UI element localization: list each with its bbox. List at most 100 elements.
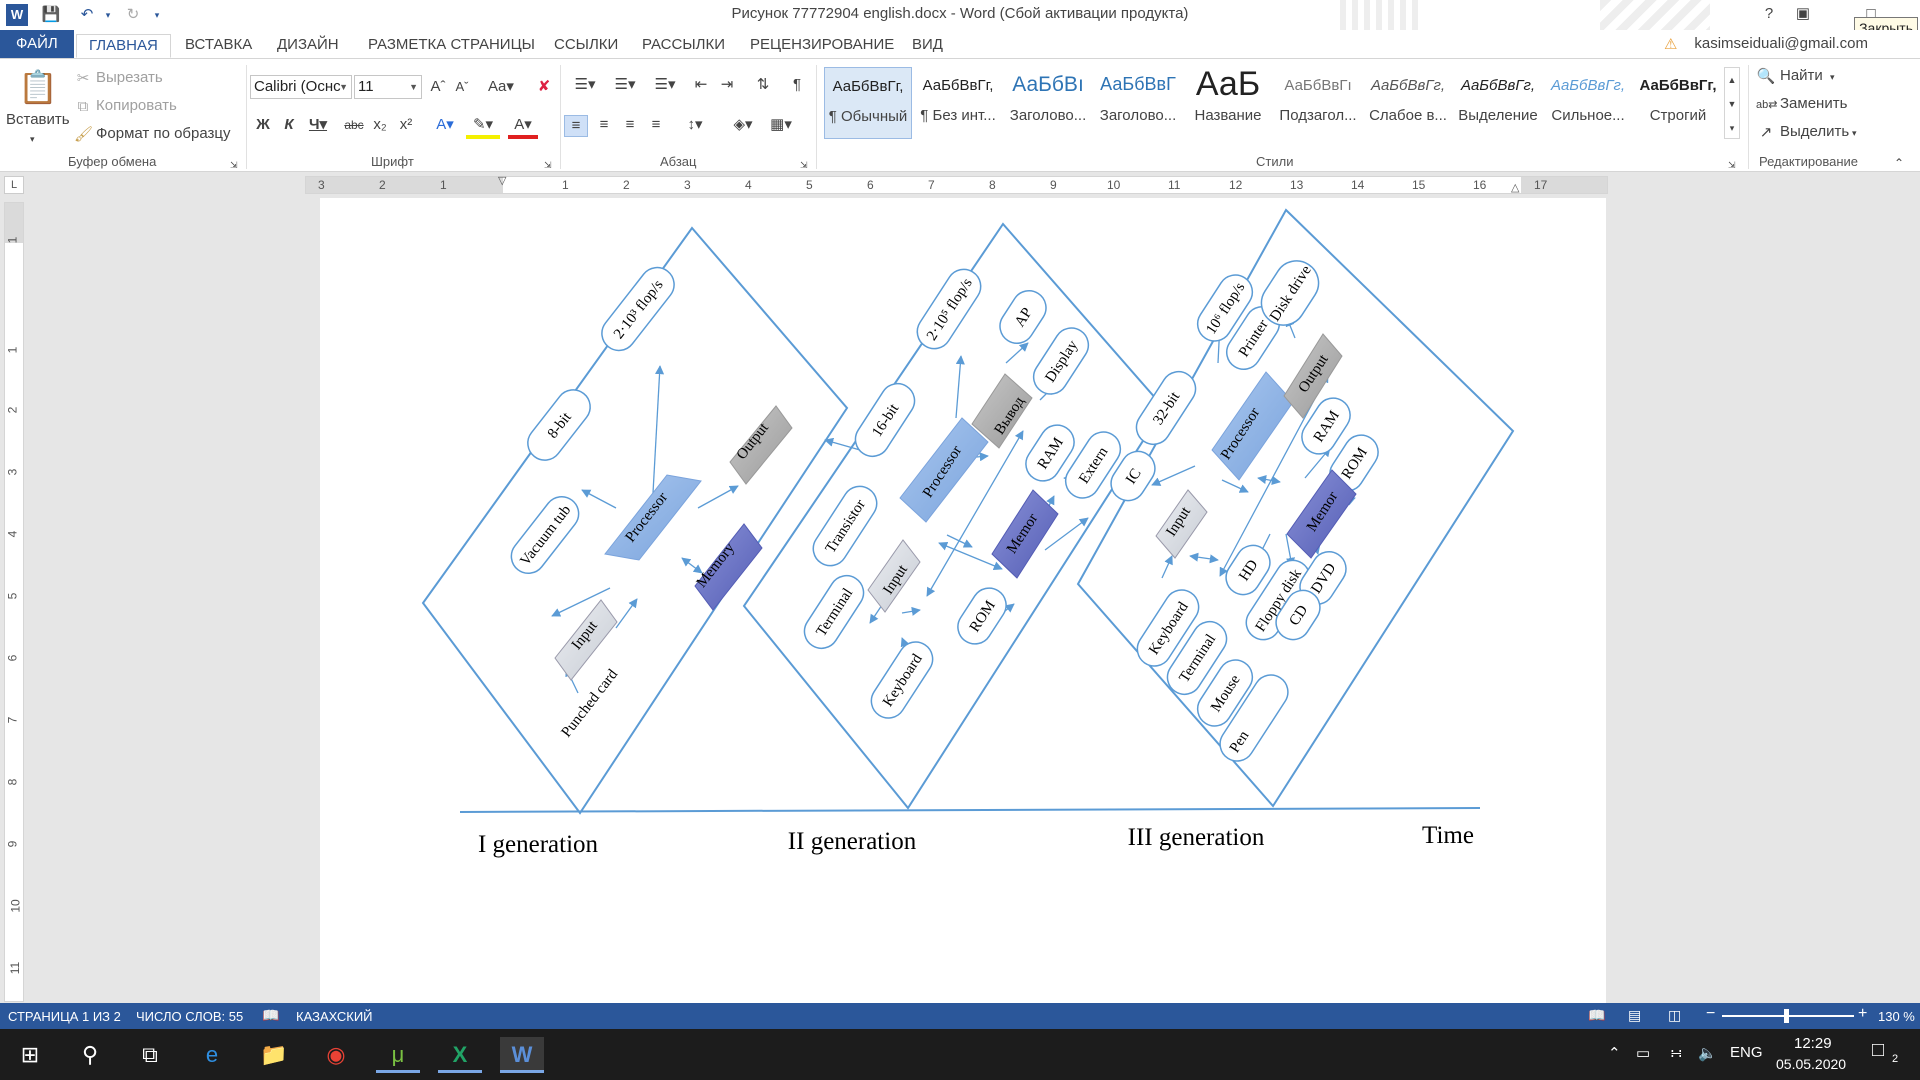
right-indent-marker-icon[interactable]: △ [1511, 181, 1519, 194]
cut-button[interactable]: Вырезать [96, 69, 163, 86]
tab-layout[interactable]: РАЗМЕТКА СТРАНИЦЫ [356, 34, 547, 58]
clock-time[interactable]: 12:29 [1794, 1035, 1832, 1052]
style-emphasis[interactable]: АаБбВвГг, Выделение [1454, 67, 1542, 139]
increase-indent-icon[interactable]: ⇥ [716, 75, 738, 95]
style-heading-1[interactable]: АаБбВı Заголово... [1004, 67, 1092, 139]
align-left-icon[interactable]: ≡ [564, 115, 588, 137]
style-subtle-emphasis[interactable]: АаБбВвГг, Слабое в... [1364, 67, 1452, 139]
ribbon-display-icon[interactable]: ▣ [1790, 2, 1816, 26]
tab-review[interactable]: РЕЦЕНЗИРОВАНИЕ [738, 34, 906, 58]
word-count[interactable]: ЧИСЛО СЛОВ: 55 [136, 1009, 243, 1024]
web-layout-icon[interactable]: ◫ [1668, 1007, 1681, 1024]
show-marks-icon[interactable]: ¶ [786, 75, 808, 95]
style-normal[interactable]: АаБбВвГг, ¶ Обычный [824, 67, 912, 139]
utorrent-icon[interactable]: μ [376, 1037, 420, 1073]
underline-icon[interactable]: Ч▾ [306, 115, 330, 135]
line-spacing-icon[interactable]: ↕▾ [678, 115, 712, 135]
style-intense-emphasis[interactable]: АаБбВвГг, Сильное... [1544, 67, 1632, 139]
edge-icon[interactable]: e [190, 1037, 234, 1073]
document-page[interactable]: Vacuum tub 8-bit 2·10³ flop/s Processor … [320, 198, 1606, 1003]
styles-scroll-icon[interactable]: ▲ ▼ ▾ [1724, 67, 1740, 139]
tab-file[interactable]: ФАЙЛ [0, 30, 74, 58]
select-button[interactable]: Выделить [1780, 123, 1849, 140]
font-size-combo[interactable]: 11 ▼ [354, 75, 422, 99]
zoom-out-icon[interactable]: − [1706, 1005, 1715, 1023]
collapse-ribbon-icon[interactable]: ⌃ [1894, 153, 1904, 173]
page-count[interactable]: СТРАНИЦА 1 ИЗ 2 [8, 1009, 121, 1024]
tab-view[interactable]: ВИД [900, 34, 955, 58]
tab-design[interactable]: ДИЗАЙН [265, 34, 351, 58]
style-subtitle[interactable]: АаБбВвГı Подзагол... [1274, 67, 1362, 139]
account-name[interactable]: kasimseiduali@gmail.com [1694, 35, 1868, 52]
input-language[interactable]: ENG [1730, 1044, 1763, 1061]
generations-diagram[interactable]: Vacuum tub 8-bit 2·10³ flop/s Processor … [320, 198, 1606, 1003]
notifications-icon[interactable]: □ [1872, 1039, 1884, 1062]
clock-date[interactable]: 05.05.2020 [1776, 1056, 1846, 1072]
clear-formatting-icon[interactable]: ✘ [534, 77, 554, 97]
subscript-icon[interactable]: x₂ [370, 115, 390, 135]
format-painter-icon[interactable]: 🖌 [74, 125, 93, 145]
multilevel-list-icon[interactable]: ☰▾ [646, 75, 684, 95]
align-center-icon[interactable]: ≡ [592, 115, 616, 135]
windows-start-icon[interactable]: ⊞ [8, 1037, 52, 1073]
shrink-font-icon[interactable]: Aˇ [452, 77, 472, 97]
paste-button[interactable]: Вставить [6, 111, 70, 128]
select-icon[interactable]: ↗ [1756, 123, 1776, 143]
style-title[interactable]: АаБ Название [1184, 65, 1272, 139]
find-icon[interactable]: 🔍 [1756, 67, 1776, 87]
copy-button[interactable]: Копировать [96, 97, 177, 114]
zoom-level[interactable]: 130 % [1878, 1009, 1915, 1024]
bold-icon[interactable]: Ж [254, 115, 272, 135]
tab-home[interactable]: ГЛАВНАЯ [76, 34, 171, 58]
numbering-icon[interactable]: ☰▾ [606, 75, 644, 95]
battery-icon[interactable]: ▭ [1636, 1044, 1650, 1062]
find-button[interactable]: Найти [1780, 67, 1823, 84]
select-dropdown-icon[interactable]: ▾ [1852, 123, 1857, 143]
grow-font-icon[interactable]: Aˆ [428, 77, 448, 97]
print-layout-icon[interactable]: ▤ [1628, 1007, 1641, 1024]
style-heading-2[interactable]: АаБбВвГ Заголово... [1094, 67, 1182, 139]
read-mode-icon[interactable]: 📖 [1588, 1007, 1605, 1024]
tab-insert[interactable]: ВСТАВКА [173, 34, 264, 58]
decrease-indent-icon[interactable]: ⇤ [690, 75, 712, 95]
file-explorer-icon[interactable]: 📁 [252, 1037, 296, 1073]
format-painter-button[interactable]: Формат по образцу [96, 125, 231, 142]
find-dropdown-icon[interactable]: ▾ [1830, 67, 1835, 87]
shading-icon[interactable]: ◈▾ [726, 115, 760, 135]
style-no-spacing[interactable]: АаБбВвГг, ¶ Без инт... [914, 67, 1002, 139]
borders-icon[interactable]: ▦▾ [764, 115, 798, 135]
zoom-in-icon[interactable]: + [1858, 1005, 1867, 1023]
bullets-icon[interactable]: ☰▾ [566, 75, 604, 95]
help-button[interactable]: ? [1756, 2, 1782, 26]
tab-references[interactable]: ССЫЛКИ [542, 34, 630, 58]
superscript-icon[interactable]: x² [396, 115, 416, 135]
sort-icon[interactable]: ⇅ [752, 75, 774, 95]
word-icon[interactable]: W [500, 1037, 544, 1073]
highlight-icon[interactable]: ✎▾ [466, 115, 500, 139]
search-icon[interactable]: ⚲ [68, 1037, 112, 1073]
align-right-icon[interactable]: ≡ [618, 115, 642, 135]
style-strong[interactable]: АаБбВвГг, Строгий [1634, 67, 1722, 139]
justify-icon[interactable]: ≡ [644, 115, 668, 135]
network-icon[interactable]: ∺ [1670, 1044, 1683, 1062]
change-case-icon[interactable]: Aa▾ [486, 77, 516, 97]
font-color-icon[interactable]: A▾ [508, 115, 538, 139]
zoom-slider-thumb[interactable] [1784, 1009, 1789, 1023]
chrome-icon[interactable]: ◉ [314, 1037, 358, 1073]
horizontal-ruler[interactable]: 3 2 1 ▽ 1 2 3 4 5 6 7 8 9 10 11 12 13 14… [305, 175, 1608, 194]
scissors-icon[interactable]: ✂ [74, 69, 92, 89]
replace-icon[interactable]: ab⇄ [1756, 95, 1777, 115]
tray-chevron-icon[interactable]: ⌃ [1608, 1044, 1621, 1062]
task-view-icon[interactable]: ⧉ [128, 1037, 172, 1073]
proofing-icon[interactable]: 📖 [262, 1007, 279, 1024]
excel-icon[interactable]: X [438, 1037, 482, 1073]
tab-mailings[interactable]: РАССЫЛКИ [630, 34, 737, 58]
tab-selector[interactable]: L [4, 176, 24, 194]
text-effects-icon[interactable]: A▾ [430, 115, 460, 135]
copy-icon[interactable]: ⧉ [74, 97, 92, 117]
paste-icon[interactable]: 📋 [18, 67, 58, 107]
vertical-ruler[interactable]: 1 1 2 3 4 5 6 7 8 9 10 11 [4, 202, 24, 1002]
strikethrough-icon[interactable]: abc [342, 115, 366, 135]
language-indicator[interactable]: КАЗАХСКИЙ [296, 1009, 373, 1024]
italic-icon[interactable]: К [280, 115, 298, 135]
